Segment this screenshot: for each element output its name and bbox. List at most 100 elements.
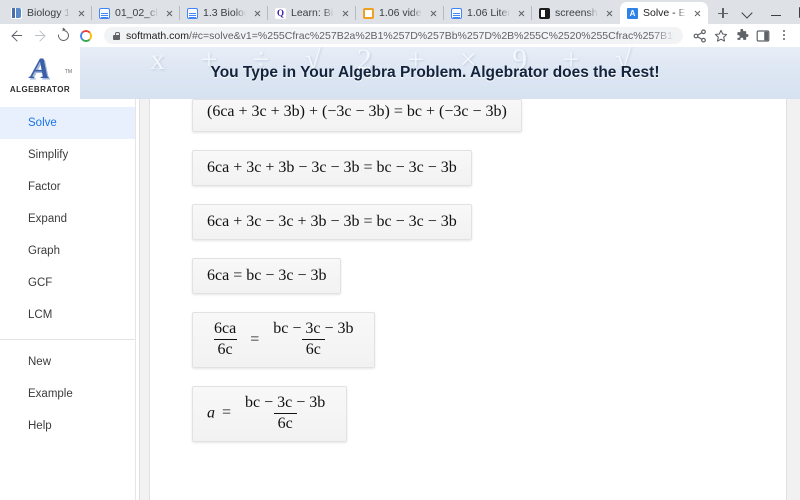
sidebar-item-label: Simplify bbox=[28, 149, 69, 161]
sidebar-item-label: Expand bbox=[28, 213, 68, 225]
window-controls bbox=[734, 0, 800, 24]
trademark-symbol: TM bbox=[64, 69, 72, 75]
equation-text: 6ca = bc − 3c − 3b bbox=[207, 267, 327, 284]
close-icon[interactable] bbox=[251, 7, 264, 20]
banner-title: You Type in Your Algebra Problem. Algebr… bbox=[210, 64, 660, 81]
inner-scrollbar[interactable] bbox=[136, 99, 152, 500]
bookmark-star-icon[interactable] bbox=[711, 26, 731, 46]
algebrator-icon: A bbox=[627, 7, 638, 19]
maximize-icon[interactable] bbox=[790, 0, 800, 24]
sidebar-item-label: Solve bbox=[28, 117, 57, 129]
url-text: softmath.com/#c=solve&v1=%255Cfrac%257B2… bbox=[126, 30, 675, 42]
equals-sign: = bbox=[250, 330, 260, 348]
side-panel-icon[interactable] bbox=[753, 26, 773, 46]
sidebar-item-label: Graph bbox=[28, 245, 60, 257]
page-scrollbar[interactable] bbox=[786, 99, 800, 500]
equation-text: 6ca + 3c − 3c + 3b − 3b = bc − 3c − 3b bbox=[207, 213, 457, 230]
fraction-numerator: bc − 3c − 3b bbox=[273, 320, 354, 337]
tab-title: 1.06 Litera bbox=[467, 7, 510, 19]
sidebar-item-graph[interactable]: Graph bbox=[0, 235, 135, 267]
sidebar-item-lcm[interactable]: LCM bbox=[0, 299, 135, 331]
variable-a: a bbox=[207, 404, 215, 422]
more-menu-icon[interactable] bbox=[774, 26, 794, 46]
quizlet-icon: Q bbox=[275, 7, 286, 19]
sidebar-item-factor[interactable]: Factor bbox=[0, 171, 135, 203]
browser-tab-strip: Biology 1 W 01_02_che 1.3 Biology Q Lear… bbox=[0, 0, 800, 24]
close-icon[interactable] bbox=[75, 7, 88, 20]
biology-icon bbox=[11, 7, 22, 19]
browser-tab-2[interactable]: 1.3 Biology bbox=[180, 2, 268, 24]
equation-text: 6ca 6c = bc − 3c − 3b 6c bbox=[207, 320, 360, 360]
close-icon[interactable] bbox=[515, 7, 528, 20]
sidebar-item-solve[interactable]: Solve bbox=[0, 107, 135, 139]
address-bar[interactable]: softmath.com/#c=solve&v1=%255Cfrac%257B2… bbox=[104, 27, 683, 44]
equation-step-3[interactable]: 6ca = bc − 3c − 3b bbox=[192, 258, 342, 294]
url-domain: softmath.com bbox=[126, 29, 190, 42]
browser-tab-1[interactable]: 01_02_che bbox=[92, 2, 180, 24]
equation-step-4[interactable]: 6ca 6c = bc − 3c − 3b 6c bbox=[192, 312, 376, 368]
operation-sidebar: Solve Simplify Factor Expand Graph GCF L… bbox=[0, 99, 136, 500]
sidebar-item-label: New bbox=[28, 356, 52, 368]
google-docs-icon bbox=[99, 7, 110, 19]
solution-steps-panel: (6ca + 3c + 3b) + (−3c − 3b) = bc + (−3c… bbox=[152, 99, 800, 500]
sidebar-item-simplify[interactable]: Simplify bbox=[0, 139, 135, 171]
lock-icon bbox=[113, 31, 121, 40]
browser-tab-5[interactable]: 1.06 Litera bbox=[444, 2, 532, 24]
equation-step-5-final[interactable]: a = bc − 3c − 3b 6c bbox=[192, 385, 348, 442]
url-path: /#c=solve&v1=%255Cfrac%257B2a%2B1%257D%2… bbox=[189, 29, 675, 42]
sidebar-item-new[interactable]: New bbox=[0, 346, 135, 378]
sidebar-item-label: LCM bbox=[28, 309, 53, 321]
browser-tab-4[interactable]: 1.06 video bbox=[356, 2, 444, 24]
tab-title: 1.06 video bbox=[379, 7, 422, 19]
sidebar-item-label: GCF bbox=[28, 277, 53, 289]
chevron-down-icon[interactable] bbox=[734, 0, 762, 24]
share-icon[interactable] bbox=[690, 26, 710, 46]
equation-step-1[interactable]: 6ca + 3c + 3b − 3c − 3b = bc − 3c − 3b bbox=[192, 150, 472, 186]
google-docs-icon bbox=[451, 7, 462, 19]
sidebar-item-expand[interactable]: Expand bbox=[0, 203, 135, 235]
close-icon[interactable] bbox=[603, 7, 616, 20]
sidebar-divider bbox=[0, 339, 135, 340]
tab-title: 1.3 Biology bbox=[203, 7, 246, 19]
browser-tab-6[interactable]: screensho bbox=[532, 2, 620, 24]
equation-text: 6ca + 3c + 3b − 3c − 3b = bc − 3c − 3b bbox=[207, 159, 457, 176]
google-docs-icon bbox=[187, 7, 198, 19]
screenshot-icon bbox=[539, 7, 550, 19]
browser-tab-0[interactable]: Biology 1 W bbox=[4, 2, 92, 24]
close-icon[interactable] bbox=[163, 7, 176, 20]
tab-title: Biology 1 W bbox=[27, 7, 70, 19]
browser-tab-3[interactable]: Q Learn: Biol bbox=[268, 2, 356, 24]
minimize-icon[interactable] bbox=[762, 0, 790, 24]
equation-text: (6ca + 3c + 3b) + (−3c − 3b) = bc + (−3c… bbox=[207, 103, 507, 120]
fraction-denominator: 6c bbox=[213, 339, 237, 359]
equation-step-0[interactable]: (6ca + 3c + 3b) + (−3c − 3b) = bc + (−3c… bbox=[192, 99, 522, 132]
close-icon[interactable] bbox=[691, 7, 704, 20]
sidebar-item-gcf[interactable]: GCF bbox=[0, 267, 135, 299]
equation-text: a = bc − 3c − 3b 6c bbox=[207, 394, 332, 434]
tab-title: 01_02_che bbox=[115, 7, 158, 19]
browser-tab-7-active[interactable]: A Solve - Equ bbox=[620, 2, 708, 24]
sidebar-item-example[interactable]: Example bbox=[0, 378, 135, 410]
equation-step-2[interactable]: 6ca + 3c − 3c + 3b − 3b = bc − 3c − 3b bbox=[192, 204, 472, 240]
extensions-puzzle-icon[interactable] bbox=[732, 26, 752, 46]
solution-step-row: 6ca + 3c + 3b − 3c − 3b = bc − 3c − 3b bbox=[192, 150, 800, 204]
fraction-numerator: 6ca bbox=[214, 320, 237, 337]
sidebar-item-help[interactable]: Help bbox=[0, 410, 135, 442]
algebrator-logo[interactable]: A TM ALGEBRATOR bbox=[0, 47, 80, 99]
back-icon[interactable] bbox=[6, 25, 28, 47]
logo-letter: A bbox=[29, 52, 50, 85]
close-icon[interactable] bbox=[427, 7, 440, 20]
close-icon[interactable] bbox=[339, 7, 352, 20]
sidebar-item-label: Help bbox=[28, 420, 52, 432]
fraction-lhs: 6ca 6c bbox=[210, 320, 240, 360]
solution-step-row: (6ca + 3c + 3b) + (−3c − 3b) = bc + (−3c… bbox=[192, 99, 800, 150]
reload-icon[interactable] bbox=[52, 25, 74, 47]
solution-step-row: 6ca + 3c − 3c + 3b − 3b = bc − 3c − 3b bbox=[192, 204, 800, 258]
browser-toolbar: softmath.com/#c=solve&v1=%255Cfrac%257B2… bbox=[0, 24, 800, 47]
google-icon[interactable] bbox=[75, 25, 97, 47]
new-tab-button[interactable] bbox=[712, 2, 734, 24]
tab-title: Learn: Biol bbox=[291, 7, 334, 19]
fraction-numerator: bc − 3c − 3b bbox=[245, 393, 326, 411]
tab-title: screensho bbox=[555, 7, 598, 19]
forward-icon[interactable] bbox=[29, 25, 51, 47]
